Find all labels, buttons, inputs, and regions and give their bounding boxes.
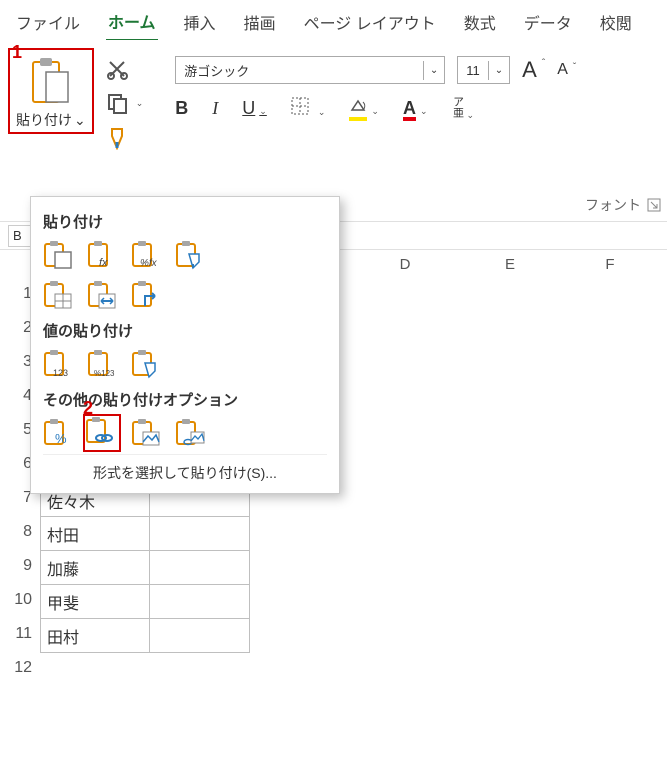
tab-page-layout[interactable]: ページ レイアウト [302, 6, 438, 40]
tab-home[interactable]: ホーム [106, 5, 158, 42]
cell[interactable]: 加藤 [40, 551, 150, 585]
paste-values-numfmt-icon[interactable]: %123 [87, 349, 117, 379]
paste-options-menu: 貼り付け fx %fx 値の貼り付け 123 %123 [30, 196, 340, 494]
paste-linked-picture-icon[interactable] [175, 418, 205, 448]
row-header[interactable]: 11 [0, 619, 40, 653]
increase-font-button[interactable]: Aˆ [522, 57, 545, 83]
cell[interactable] [150, 619, 250, 653]
tab-file[interactable]: ファイル [14, 6, 82, 40]
svg-text:%fx: %fx [140, 258, 158, 269]
svg-text:%: % [55, 431, 67, 446]
ribbon-tabs: ファイル ホーム 挿入 描画 ページ レイアウト 数式 データ 校閲 [0, 0, 667, 40]
col-header[interactable]: E [460, 250, 560, 279]
paste-keep-src-fmt-icon[interactable] [175, 240, 205, 270]
svg-text:%123: %123 [94, 369, 115, 378]
paste-values-srcfmt-icon[interactable] [131, 349, 161, 379]
font-group: 游ゴシック ⌄ 11 ⌄ Aˆ Aˇ B I U⌄ ⌄ ⌄ [175, 56, 576, 121]
paste-formulas-icon[interactable]: fx [87, 240, 117, 270]
tab-draw[interactable]: 描画 [242, 6, 278, 40]
ribbon-home: 貼り付け ⌄ ⌄ 游ゴシック ⌄ 11 ⌄ Aˆ Aˇ [0, 40, 667, 222]
tab-formulas[interactable]: 数式 [462, 6, 498, 40]
cell[interactable] [150, 585, 250, 619]
chevron-down-icon: ⌄ [136, 98, 144, 109]
cell[interactable] [150, 517, 250, 551]
borders-button[interactable]: ⌄ [291, 97, 326, 120]
row-header[interactable]: 8 [0, 517, 40, 551]
font-group-label: フォント [585, 195, 641, 215]
cell[interactable]: 村田 [40, 517, 150, 551]
cut-button[interactable] [106, 58, 144, 80]
underline-button[interactable]: U⌄ [242, 98, 267, 119]
cell[interactable]: 甲斐 [40, 585, 150, 619]
font-size-select[interactable]: 11 ⌄ [457, 56, 510, 84]
chevron-down-icon: ⌄ [423, 61, 444, 80]
paste-formatting-icon[interactable]: % [43, 418, 73, 448]
font-color-button[interactable]: A⌄ [403, 98, 428, 119]
col-header[interactable]: D [350, 250, 460, 279]
clipboard-side-tools: ⌄ [94, 46, 152, 154]
annotation-1: 1 [12, 42, 22, 63]
svg-text:123: 123 [53, 368, 68, 378]
tab-insert[interactable]: 挿入 [182, 6, 218, 40]
paste-formulas-numfmt-icon[interactable]: %fx [131, 240, 161, 270]
svg-text:fx: fx [99, 257, 108, 269]
paste-values-section-title: 値の貼り付け [43, 320, 327, 341]
format-painter-button[interactable] [106, 126, 144, 150]
fill-color-button[interactable]: ⌄ [349, 98, 379, 119]
row-header[interactable]: 9 [0, 551, 40, 585]
paste-special-item[interactable]: 形式を選択して貼り付け(S)... [43, 454, 327, 485]
decrease-font-button[interactable]: Aˇ [557, 61, 576, 79]
cell[interactable]: 田村 [40, 619, 150, 653]
row-header[interactable]: 12 [0, 653, 40, 687]
paste-keep-col-width-icon[interactable] [87, 280, 117, 310]
paste-label: 貼り付け ⌄ [16, 110, 86, 130]
tab-data[interactable]: データ [522, 6, 574, 40]
font-dialog-launcher[interactable] [647, 198, 661, 215]
chevron-down-icon: ⌄ [488, 61, 509, 80]
paste-no-border-icon[interactable] [43, 280, 73, 310]
phonetic-button[interactable]: ア亜⌄ [451, 96, 474, 121]
paste-all-icon[interactable] [43, 240, 73, 270]
annotation-2: 2 [83, 398, 93, 419]
paste-link-icon[interactable] [83, 414, 121, 452]
chevron-down-icon: ⌄ [74, 112, 86, 129]
bold-button[interactable]: B [175, 98, 188, 119]
paste-values-icon[interactable]: 123 [43, 349, 73, 379]
paste-transpose-icon[interactable] [131, 280, 161, 310]
cell[interactable] [150, 551, 250, 585]
tab-review[interactable]: 校閲 [598, 6, 634, 40]
paste-picture-icon[interactable] [131, 418, 161, 448]
paste-icon [30, 56, 72, 108]
font-name-select[interactable]: 游ゴシック ⌄ [175, 56, 445, 84]
italic-button[interactable]: I [212, 98, 218, 119]
row-header[interactable]: 10 [0, 585, 40, 619]
paste-section-title: 貼り付け [43, 211, 327, 232]
copy-button[interactable]: ⌄ [106, 92, 144, 114]
col-header[interactable]: F [560, 250, 660, 279]
